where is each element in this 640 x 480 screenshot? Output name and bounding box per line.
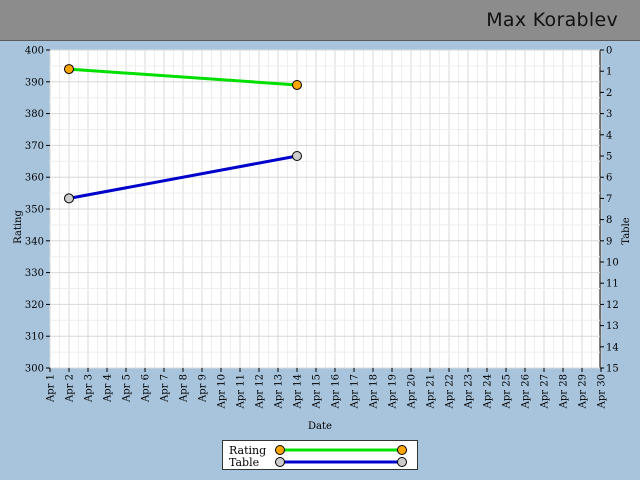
y2-tick-label: 6 (606, 173, 612, 184)
y-tick-label: 320 (25, 300, 44, 311)
x-tick-label: Apr 28 (559, 374, 570, 409)
y2-tick-label: 7 (606, 194, 612, 205)
x-tick-label: Apr 8 (179, 374, 190, 403)
x-tick-label: Apr 26 (521, 374, 532, 409)
x-tick-label: Apr 16 (331, 374, 342, 409)
legend: Rating Table (222, 440, 418, 470)
y-tick-label: 390 (25, 77, 44, 88)
series-point-rating (292, 79, 302, 90)
x-tick-label: Apr 17 (350, 374, 361, 409)
legend-swatches (275, 445, 407, 467)
x-tick-label: Apr 18 (369, 374, 380, 409)
x-tick-label: Apr 10 (217, 374, 228, 409)
x-tick-label: Apr 23 (464, 374, 475, 409)
x-tick-label: Apr 21 (426, 374, 437, 409)
y-tick-label: 380 (25, 109, 44, 120)
y2-tick-label: 5 (606, 152, 612, 163)
x-tick-label: Apr 7 (160, 374, 171, 403)
y2-tick-label: 12 (606, 300, 619, 311)
rating-chart: Apr 1 Apr 2 Apr 3 Apr 4 Apr 5 Apr 6 Apr 7 Apr 8… (13, 46, 632, 433)
legend-marker-table (275, 457, 285, 467)
y2-tick-label: 11 (606, 279, 619, 290)
legend-marker-rating (275, 445, 285, 455)
x-tick-label: Apr 6 (141, 374, 152, 403)
y2-tick-label: 4 (606, 130, 612, 141)
series-point-table (64, 193, 74, 204)
series-point-table (292, 151, 302, 161)
x-tick-label: Apr 29 (578, 374, 589, 409)
y2-tick-label: 0 (606, 46, 612, 57)
legend-marker-rating (397, 445, 407, 455)
series-point-rating (64, 64, 74, 75)
x-tick-label: Apr 25 (502, 374, 513, 409)
x-tick-label: Apr 9 (198, 374, 209, 403)
y-tick-label: 370 (25, 141, 44, 152)
x-tick-label: Apr 24 (483, 374, 494, 409)
y2-tick-labels: 0123456789101112131415 (600, 46, 619, 375)
y2-tick-label: 9 (606, 236, 612, 247)
x-tick-label: Apr 5 (122, 374, 133, 403)
y2-tick-label: 1 (606, 67, 612, 78)
grid (49, 49, 602, 369)
x-tick-label: Apr 4 (103, 374, 114, 403)
y-tick-label: 310 (25, 332, 44, 343)
x-tick-label: Apr 12 (255, 374, 266, 409)
x-tick-label: Apr 19 (388, 374, 399, 409)
y2-tick-label: 3 (606, 109, 612, 120)
y-axis-label: Rating (13, 210, 24, 244)
x-axis-label: Date (308, 421, 332, 432)
y-tick-label: 330 (25, 268, 44, 279)
y-tick-labels: 300 310 320 330 340 350 360 370 380 390 400 (25, 46, 50, 375)
x-tick-label: Apr 3 (84, 374, 95, 403)
y2-tick-label: 8 (606, 215, 612, 226)
y2-tick-label: 13 (606, 321, 619, 332)
y2-tick-label: 10 (606, 258, 619, 269)
y-tick-label: 300 (25, 364, 44, 375)
x-tick-label: Apr 27 (540, 374, 551, 409)
x-tick-label: Apr 2 (65, 374, 76, 403)
y2-tick-label: 2 (606, 88, 612, 99)
x-tick-label: Apr 30 (597, 374, 608, 409)
x-tick-label: Apr 20 (407, 374, 418, 409)
x-tick-label: Apr 22 (445, 374, 456, 409)
chart-frame: Max Korablev Apr 1 Apr 2 Apr 3 Apr 4 Apr 5 Ap… (0, 0, 640, 480)
y-tick-label: 400 (25, 46, 44, 57)
y2-tick-label: 14 (606, 342, 619, 353)
y-tick-label: 350 (25, 205, 44, 216)
y2-tick-label: 15 (606, 364, 619, 375)
x-tick-label: Apr 15 (312, 374, 323, 409)
x-tick-labels: Apr 1 Apr 2 Apr 3 Apr 4 Apr 5 Apr 6 Apr 7 Apr 8… (46, 368, 608, 409)
x-tick-label: Apr 11 (236, 374, 247, 409)
x-tick-label: Apr 14 (293, 374, 304, 409)
x-tick-label: Apr 13 (274, 374, 285, 409)
y2-axis-label: Table (621, 217, 632, 244)
y-tick-label: 360 (25, 173, 44, 184)
x-tick-label: Apr 1 (46, 374, 57, 403)
y-tick-label: 340 (25, 236, 44, 247)
legend-marker-table (397, 457, 407, 467)
